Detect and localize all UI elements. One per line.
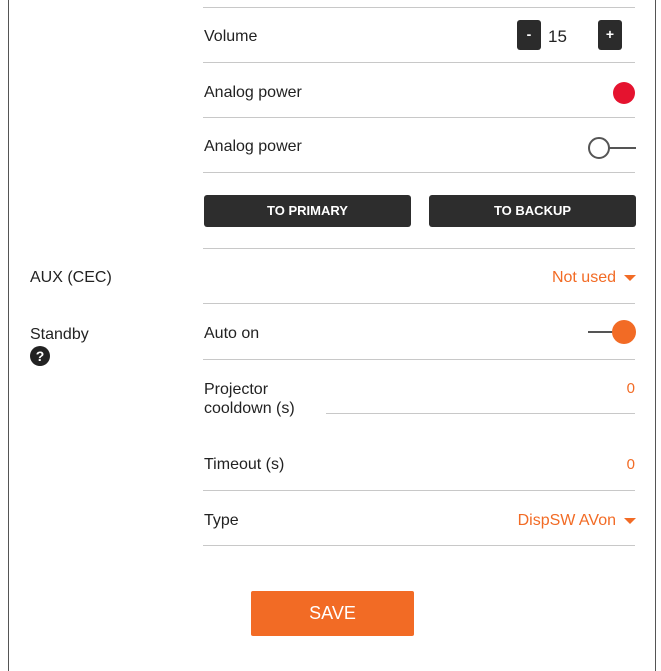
projector-cooldown-label-line1: Projector: [204, 381, 269, 398]
aux-cec-label: AUX (CEC): [30, 269, 112, 286]
auto-on-toggle[interactable]: [588, 320, 636, 344]
aux-cec-select[interactable]: Not used: [552, 268, 636, 287]
divider: [203, 303, 635, 304]
type-label: Type: [204, 512, 239, 529]
volume-value: 15: [548, 27, 567, 46]
type-value: DispSW AVon: [517, 512, 616, 529]
to-backup-button[interactable]: TO BACKUP: [429, 195, 636, 227]
type-select[interactable]: DispSW AVon: [518, 511, 636, 530]
analog-power-label: Analog power: [204, 84, 302, 101]
divider: [203, 172, 635, 173]
divider: [203, 7, 635, 8]
red-dot-icon: [613, 82, 635, 104]
divider: [203, 490, 635, 491]
projector-cooldown-label-line2: cooldown (s): [204, 400, 295, 417]
auto-on-label: Auto on: [204, 325, 260, 342]
to-primary-button[interactable]: TO PRIMARY: [204, 195, 411, 227]
volume-decrease-button[interactable]: -: [517, 20, 541, 50]
help-icon[interactable]: ?: [30, 346, 50, 366]
divider: [203, 62, 635, 63]
toggle-knob: [612, 320, 636, 344]
volume-label: Volume: [204, 28, 258, 45]
chevron-down-icon: [624, 274, 636, 281]
standby-label: Standby: [30, 326, 89, 343]
projector-cooldown-value[interactable]: 0: [627, 380, 635, 397]
aux-cec-value: Not used: [551, 269, 616, 286]
projector-cooldown-label: Projector cooldown (s): [204, 380, 295, 418]
analog-power-label: Analog power: [204, 138, 302, 155]
timeout-value[interactable]: 0: [627, 456, 635, 473]
projector-cooldown-input-underline: [326, 413, 635, 414]
divider: [203, 359, 635, 360]
settings-panel: [8, 0, 656, 671]
divider: [203, 545, 635, 546]
analog-power-toggle[interactable]: [588, 136, 636, 160]
chevron-down-icon: [624, 517, 636, 524]
timeout-label: Timeout (s): [204, 456, 285, 473]
volume-increase-button[interactable]: +: [598, 20, 622, 50]
divider: [203, 248, 635, 249]
toggle-knob: [588, 137, 610, 159]
divider: [203, 117, 635, 118]
save-button[interactable]: SAVE: [251, 591, 414, 636]
